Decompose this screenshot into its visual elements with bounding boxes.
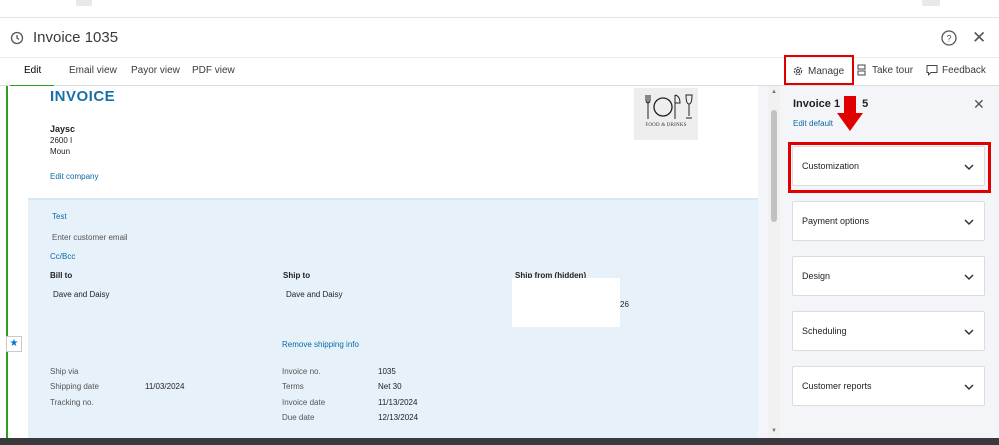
top-strip: [0, 0, 999, 18]
manage-panel: Invoice 15 ✕ Edit default Customization …: [780, 86, 999, 438]
due-date-label: Due date: [282, 413, 315, 422]
shipping-date-value[interactable]: 11/03/2024: [145, 382, 184, 391]
invoice-heading: INVOICE: [50, 88, 116, 105]
accordion-customer-reports[interactable]: Customer reports: [792, 366, 985, 406]
company-logo[interactable]: FOOD & DRINKS: [634, 88, 698, 140]
take-tour-label: Take tour: [872, 65, 914, 76]
company-address-line: 2600 I: [50, 136, 73, 145]
top-strip-tab: [76, 0, 92, 6]
chevron-down-icon: [964, 384, 974, 391]
accordion-payment-options[interactable]: Payment options: [792, 201, 985, 241]
accordion-label: Scheduling: [802, 326, 847, 336]
bottom-bar: [0, 438, 999, 445]
shipping-date-label: Shipping date: [50, 382, 99, 391]
tab-edit[interactable]: Edit: [24, 65, 41, 76]
top-strip-tab: [922, 0, 940, 6]
tab-payor-view[interactable]: Payor view: [131, 65, 180, 76]
favorite-star-icon[interactable]: ★: [6, 336, 22, 352]
close-icon[interactable]: ✕: [972, 29, 986, 47]
feedback-icon: [926, 65, 938, 76]
company-name: Jaysc: [50, 124, 76, 134]
company-address-line: Moun: [50, 147, 71, 156]
edit-default-link[interactable]: Edit default: [793, 119, 833, 128]
invoice-date-label: Invoice date: [282, 398, 326, 407]
customer-name[interactable]: Test: [52, 212, 67, 221]
tour-icon: [857, 64, 866, 76]
left-rail: ★: [0, 86, 28, 438]
logo-caption: FOOD & DRINKS: [645, 123, 687, 128]
svg-text:?: ?: [946, 34, 951, 44]
ship-from-address-fragment: 26: [620, 300, 629, 309]
ship-from-address[interactable]: [512, 278, 620, 327]
history-icon[interactable]: [10, 31, 24, 45]
customer-email-input[interactable]: Enter customer email: [52, 233, 128, 242]
customization-highlight: [788, 142, 991, 193]
canvas-scrollbar[interactable]: ▲ ▼: [768, 86, 780, 438]
terms-label: Terms: [282, 382, 304, 391]
invoice-details: Test Enter customer email Cc/Bcc Bill to…: [28, 198, 758, 438]
ship-via-label: Ship via: [50, 367, 79, 376]
invoice-no-value[interactable]: 1035: [378, 367, 396, 376]
accordion-label: Payment options: [802, 216, 870, 226]
manage-button[interactable]: Manage: [784, 55, 854, 85]
scroll-up-icon[interactable]: ▲: [771, 89, 777, 95]
invoice-no-label: Invoice no.: [282, 367, 321, 376]
gear-icon: [793, 66, 803, 76]
ship-to-value[interactable]: Dave and Daisy: [286, 290, 342, 299]
accordion-scheduling[interactable]: Scheduling: [792, 311, 985, 351]
panel-title-text: Invoice 1: [793, 98, 841, 110]
chevron-down-icon: [964, 329, 974, 336]
close-icon[interactable]: ✕: [973, 96, 985, 113]
red-arrow-annotation-icon: [837, 96, 863, 131]
feedback-label: Feedback: [942, 65, 986, 76]
accordion-label: Customer reports: [802, 381, 872, 391]
invoice-header: INVOICE Jaysc 2600 I Moun Edit company F…: [28, 86, 758, 198]
scrollbar-thumb[interactable]: [771, 110, 777, 222]
tab-pdf-view[interactable]: PDF view: [192, 65, 235, 76]
tracking-no-label: Tracking no.: [50, 398, 94, 407]
accordion-label: Design: [802, 271, 831, 281]
edit-company-link[interactable]: Edit company: [50, 172, 98, 181]
cc-bcc-link[interactable]: Cc/Bcc: [50, 252, 75, 261]
tab-email-view[interactable]: Email view: [69, 65, 117, 76]
bill-to-value[interactable]: Dave and Daisy: [53, 290, 109, 299]
invoice-canvas: INVOICE Jaysc 2600 I Moun Edit company F…: [28, 86, 768, 438]
left-rail-accent: [6, 86, 8, 438]
ship-to-label: Ship to: [283, 271, 311, 280]
bill-to-label: Bill to: [50, 271, 73, 280]
title-bar: Invoice 1035 ? ✕: [0, 19, 999, 57]
accordion-design[interactable]: Design: [792, 256, 985, 296]
page-title: Invoice 1035: [33, 29, 119, 46]
invoice-date-value[interactable]: 11/13/2024: [378, 398, 417, 407]
due-date-value[interactable]: 12/13/2024: [378, 413, 418, 422]
help-icon[interactable]: ?: [940, 29, 958, 47]
chevron-down-icon: [964, 219, 974, 226]
food-drinks-logo-icon: [645, 94, 693, 119]
scroll-down-icon[interactable]: ▼: [771, 428, 777, 434]
manage-label: Manage: [808, 66, 845, 77]
company-info[interactable]: Jaysc 2600 I Moun: [50, 124, 75, 157]
section-divider: [28, 198, 758, 200]
terms-value[interactable]: Net 30: [378, 382, 402, 391]
remove-shipping-link[interactable]: Remove shipping info: [282, 340, 359, 349]
chevron-down-icon: [964, 274, 974, 281]
